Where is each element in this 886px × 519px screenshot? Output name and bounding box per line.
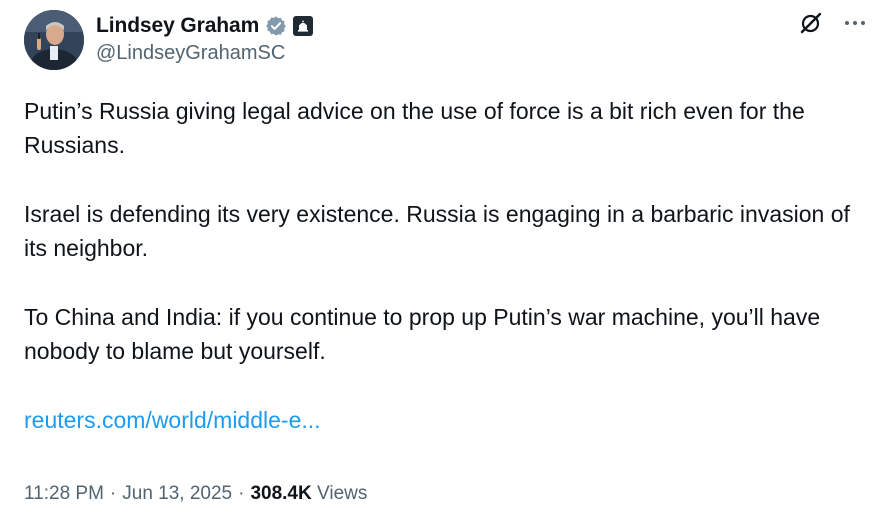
author-name-row: Lindsey Graham bbox=[96, 12, 314, 40]
government-building-icon[interactable] bbox=[293, 16, 314, 36]
tweet-time[interactable]: 11:28 PM bbox=[24, 483, 104, 504]
tweet-link[interactable]: reuters.com/world/middle-e... bbox=[24, 407, 321, 433]
meta-separator: · bbox=[109, 483, 117, 504]
author-avatar[interactable] bbox=[24, 10, 84, 70]
views-count[interactable]: 308.4K bbox=[250, 483, 311, 504]
author-display-name[interactable]: Lindsey Graham bbox=[96, 14, 259, 38]
verified-badge-icon[interactable] bbox=[265, 15, 287, 37]
grok-icon[interactable] bbox=[798, 10, 824, 36]
profile-photo bbox=[24, 10, 84, 70]
tweet-date[interactable]: Jun 13, 2025 bbox=[122, 483, 232, 504]
tweet-paragraph: Israel is defending its very existence. … bbox=[24, 201, 850, 261]
tweet-metadata: 11:28 PM · Jun 13, 2025 · 308.4K Views bbox=[24, 483, 367, 505]
views-label: Views bbox=[317, 483, 368, 504]
tweet-paragraph: Putin’s Russia giving legal advice on th… bbox=[24, 98, 805, 158]
meta-separator: · bbox=[238, 483, 245, 504]
tweet-top-actions bbox=[798, 10, 868, 36]
tweet-card: Lindsey Graham @LindseyGrahamSC Putin’s … bbox=[0, 0, 886, 519]
author-handle[interactable]: @LindseyGrahamSC bbox=[96, 42, 285, 65]
tweet-paragraph: To China and India: if you continue to p… bbox=[24, 304, 821, 364]
more-options-icon[interactable] bbox=[842, 10, 868, 36]
tweet-text: Putin’s Russia giving legal advice on th… bbox=[24, 94, 874, 437]
